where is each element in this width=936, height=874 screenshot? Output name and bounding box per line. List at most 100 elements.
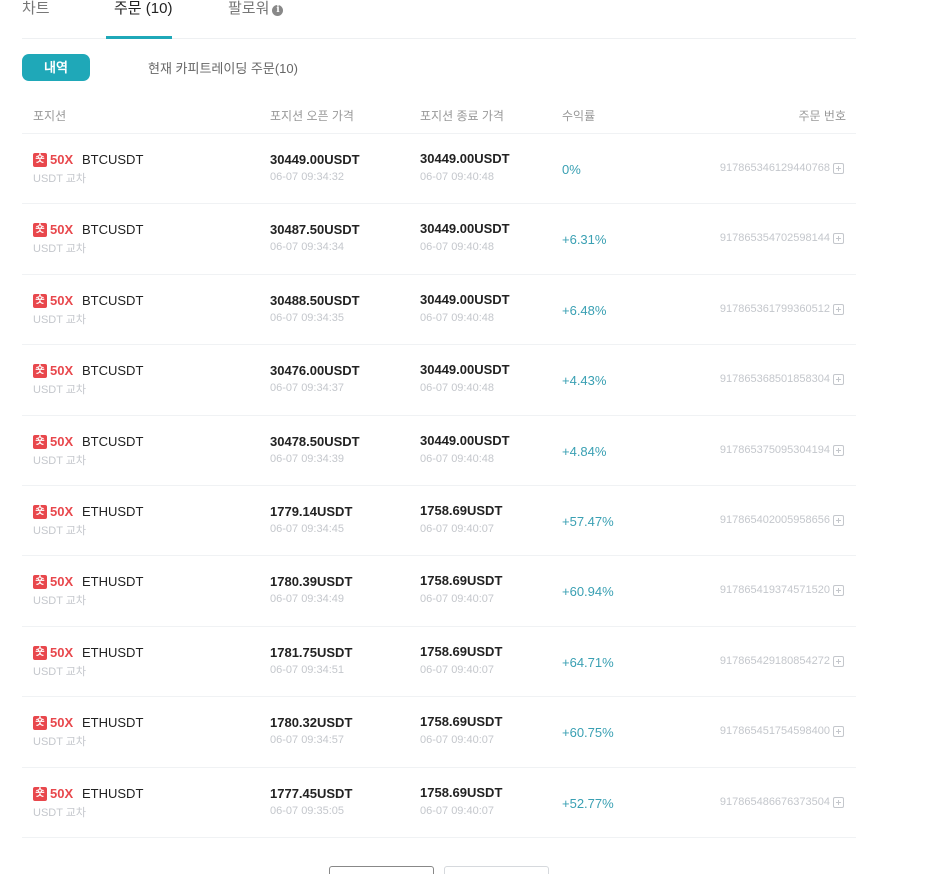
- close-price-value: 1758.69USDT: [420, 573, 503, 589]
- leverage-label: 50X: [50, 292, 74, 308]
- roi-value: +60.94%: [562, 584, 614, 600]
- copy-icon[interactable]: [833, 163, 844, 174]
- table-row: 숏 50X ETHUSDT USDT 교차 1781.75USDT 06-07 09:34…: [22, 627, 856, 698]
- main-tabs: 차트 주문 (10) 팔로워 i: [22, 0, 856, 39]
- table-row: 숏 50X ETHUSDT USDT 교차 1780.32USDT 06-07 09:34…: [22, 697, 856, 768]
- order-number-value: 917865402005958656: [719, 513, 830, 526]
- copy-icon[interactable]: [833, 726, 844, 738]
- tab-chart[interactable]: 차트: [22, 0, 114, 39]
- close-time-value: 06-07 09:40:48: [420, 241, 495, 254]
- open-time-value: 06-07 09:34:32: [270, 171, 345, 183]
- roi-value: +57.47%: [562, 513, 614, 529]
- short-badge-icon: 숏: [33, 575, 47, 590]
- pagination-prev-button[interactable]: [329, 866, 434, 874]
- copy-icon[interactable]: [833, 444, 844, 456]
- open-price-value: 30488.50USDT: [270, 292, 360, 308]
- copy-icon[interactable]: [833, 655, 844, 667]
- copy-icon[interactable]: [833, 374, 844, 386]
- margin-mode-label: USDT 교차: [33, 243, 87, 256]
- current-copytrade-orders-tab[interactable]: 현재 카피트레이딩 주문(10): [148, 58, 298, 77]
- margin-mode-label: USDT 교차: [33, 595, 87, 608]
- symbol-label: BTCUSDT: [82, 222, 144, 238]
- tab-orders[interactable]: 주문 (10): [106, 0, 228, 39]
- leverage-label: 50X: [50, 574, 74, 590]
- order-subtabs: 내역 현재 카피트레이딩 주문(10): [22, 53, 298, 81]
- column-header-position: 포지션: [33, 109, 67, 123]
- symbol-label: BTCUSDT: [82, 152, 144, 167]
- close-time-value: 06-07 09:40:48: [420, 171, 495, 183]
- close-time-value: 06-07 09:40:07: [420, 734, 495, 747]
- short-badge-icon: 숏: [33, 153, 47, 167]
- table-row: 숏 50X BTCUSDT USDT 교차 30478.50USDT 06-07 09:3…: [22, 416, 856, 486]
- open-price-value: 30478.50USDT: [270, 433, 360, 449]
- open-time-value: 06-07 09:34:35: [270, 311, 345, 324]
- symbol-label: BTCUSDT: [82, 292, 144, 308]
- close-time-value: 06-07 09:40:07: [420, 804, 495, 817]
- close-price-value: 1758.69USDT: [420, 784, 503, 800]
- close-price-value: 30449.00USDT: [420, 432, 510, 448]
- table-row: 숏 50X BTCUSDT USDT 교차 30488.50USDT 06-07 09:3…: [22, 275, 856, 346]
- order-number-value: 917865346129440768: [719, 162, 830, 174]
- open-time-value: 06-07 09:34:34: [270, 241, 345, 254]
- leverage-label: 50X: [50, 785, 74, 801]
- open-price-value: 1781.75USDT: [270, 644, 353, 660]
- copy-icon[interactable]: [833, 514, 844, 526]
- order-number-value: 917865375095304194: [719, 443, 830, 456]
- open-price-value: 1779.14USDT: [270, 503, 353, 519]
- history-tab-button[interactable]: 내역: [22, 53, 90, 81]
- leverage-label: 50X: [50, 222, 74, 238]
- open-time-value: 06-07 09:34:51: [270, 663, 345, 676]
- margin-mode-label: USDT 교차: [33, 806, 87, 819]
- pagination-next-button[interactable]: [444, 866, 549, 874]
- short-badge-icon: 숏: [33, 364, 47, 379]
- table-row: 숏 50X BTCUSDT USDT 교차 30449.00USDT 06-07 09:3…: [22, 134, 856, 205]
- close-price-value: 30449.00USDT: [420, 151, 510, 166]
- order-number-value: 917865354702598144: [719, 232, 830, 245]
- tab-followers[interactable]: 팔로워 i: [228, 0, 348, 39]
- copy-icon[interactable]: [833, 585, 844, 597]
- margin-mode-label: USDT 교차: [33, 524, 87, 537]
- tab-chart-label: 차트: [22, 0, 50, 17]
- margin-mode-label: USDT 교차: [33, 736, 87, 749]
- leverage-label: 50X: [50, 503, 74, 519]
- roi-value: +64.71%: [562, 654, 614, 670]
- column-header-close-price: 포지션 종료 가격: [420, 109, 504, 123]
- close-time-value: 06-07 09:40:48: [420, 452, 495, 465]
- table-row: 숏 50X BTCUSDT USDT 교차 30487.50USDT 06-07 09:3…: [22, 204, 856, 275]
- close-price-value: 30449.00USDT: [420, 221, 510, 237]
- close-price-value: 1758.69USDT: [420, 502, 503, 518]
- leverage-label: 50X: [50, 363, 74, 379]
- short-badge-icon: 숏: [33, 434, 47, 449]
- margin-mode-label: USDT 교차: [33, 173, 87, 185]
- tab-followers-label: 팔로워: [228, 0, 270, 17]
- open-time-value: 06-07 09:34:37: [270, 382, 345, 395]
- table-row: 숏 50X ETHUSDT USDT 교차 1780.39USDT 06-07 09:34…: [22, 556, 856, 627]
- order-number-value: 917865486676373504: [719, 795, 830, 808]
- margin-mode-label: USDT 교차: [33, 384, 87, 397]
- table-row: 숏 50X ETHUSDT USDT 교차 1777.45USDT 06-07 09:35…: [22, 768, 856, 838]
- symbol-label: BTCUSDT: [82, 363, 144, 379]
- symbol-label: ETHUSDT: [82, 785, 144, 801]
- roi-value: 0%: [562, 162, 581, 177]
- short-badge-icon: 숏: [33, 223, 47, 238]
- open-time-value: 06-07 09:34:57: [270, 734, 345, 747]
- order-number-value: 917865419374571520: [719, 584, 830, 597]
- open-price-value: 1780.39USDT: [270, 574, 353, 590]
- close-time-value: 06-07 09:40:07: [420, 593, 495, 606]
- copy-icon[interactable]: [833, 233, 844, 245]
- table-row: 숏 50X ETHUSDT USDT 교차 1779.14USDT 06-07 09:34…: [22, 486, 856, 557]
- copy-icon[interactable]: [833, 796, 844, 808]
- symbol-label: ETHUSDT: [82, 715, 144, 731]
- roi-value: +4.43%: [562, 373, 607, 389]
- open-time-value: 06-07 09:34:39: [270, 452, 345, 465]
- order-number-value: 917865368501858304: [719, 373, 830, 386]
- copy-icon[interactable]: [833, 303, 844, 315]
- table-header: 포지션 포지션 오픈 가격 포지션 종료 가격 수익률 주문 번호: [22, 98, 856, 134]
- open-price-value: 30487.50USDT: [270, 222, 360, 238]
- column-header-order-number: 주문 번호: [798, 109, 847, 123]
- close-time-value: 06-07 09:40:48: [420, 311, 495, 324]
- margin-mode-label: USDT 교차: [33, 313, 87, 326]
- info-icon[interactable]: i: [272, 5, 284, 16]
- column-header-open-price: 포지션 오픈 가격: [270, 109, 354, 123]
- symbol-label: ETHUSDT: [82, 503, 144, 519]
